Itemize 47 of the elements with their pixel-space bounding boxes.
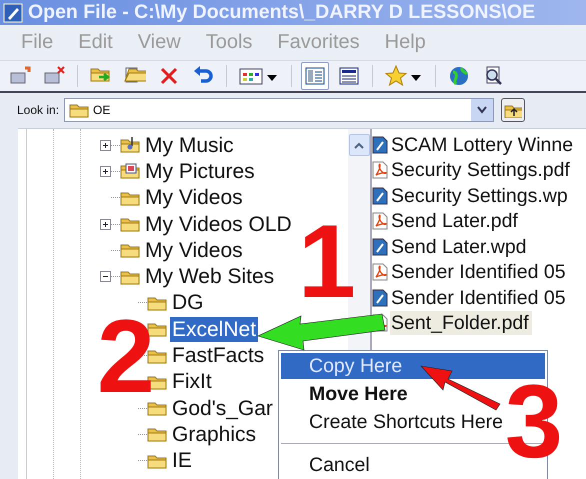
folder-item[interactable]: FastFacts xyxy=(170,343,266,368)
listed-document[interactable]: Send Later.wpd xyxy=(390,234,530,259)
listed-document[interactable]: Send Later.pdf xyxy=(390,209,521,234)
favorites-star-icon xyxy=(385,65,423,87)
app-icon xyxy=(3,2,23,22)
context-menu-item[interactable]: Copy Here xyxy=(281,353,545,379)
folder-item[interactable]: Graphics xyxy=(170,422,258,447)
toolbar-button[interactable] xyxy=(301,62,329,90)
folder-item[interactable]: My Videos OLD xyxy=(143,212,294,237)
look-in-label: Look in: xyxy=(17,103,60,117)
collapse-icon[interactable] xyxy=(100,271,111,282)
folder-item[interactable]: My Videos xyxy=(143,238,245,263)
pictures-folder-icon xyxy=(120,162,140,180)
context-menu-item[interactable]: Create Shortcuts Here xyxy=(281,409,510,435)
preview-icon xyxy=(338,65,360,87)
step-number: 2 xyxy=(97,305,155,409)
chevron-down-icon xyxy=(477,106,488,114)
folder-item[interactable]: My Pictures xyxy=(143,158,257,184)
step-number: 1 xyxy=(298,210,356,314)
delete-icon xyxy=(158,65,180,87)
folder-item[interactable]: ExcelNet xyxy=(170,316,258,342)
folder-item[interactable]: God's_Gar xyxy=(170,396,275,421)
folder-item[interactable]: My Music xyxy=(143,132,236,158)
context-menu-item[interactable]: Move Here xyxy=(281,381,414,407)
expand-icon[interactable] xyxy=(100,140,111,151)
scroll-up-button[interactable] xyxy=(348,134,370,156)
folder-item[interactable]: My Web Sites xyxy=(143,264,276,290)
window-title: Open File - C:\My Documents\_DARRY D LESSONS\OE xyxy=(28,1,536,24)
details-view-icon xyxy=(304,65,326,87)
context-menu-item[interactable]: Cancel xyxy=(281,452,376,478)
folder-item[interactable]: My Videos xyxy=(143,185,245,210)
expand-icon[interactable] xyxy=(100,166,111,177)
folder-item[interactable]: IE xyxy=(170,448,194,474)
globe-icon xyxy=(448,65,470,87)
listed-document[interactable]: Sent_Folder.pdf xyxy=(390,311,532,336)
chevron-up-icon xyxy=(354,142,364,148)
expand-icon[interactable] xyxy=(100,218,111,230)
listed-document[interactable]: SCAM Lottery Winne xyxy=(390,132,576,157)
listed-document[interactable]: Sender Identified 05 xyxy=(390,260,569,284)
listed-document[interactable]: Security Settings.pdf xyxy=(390,158,573,182)
look-in-dropdown[interactable]: OE xyxy=(64,98,494,122)
music-folder-icon xyxy=(120,136,140,154)
up-folder-button[interactable] xyxy=(501,98,526,122)
folder-item[interactable]: DG xyxy=(170,290,206,316)
folder-item[interactable]: FixIt xyxy=(170,369,214,394)
listed-document[interactable]: Sender Identified 05 xyxy=(390,286,569,310)
listed-document[interactable]: Security Settings.wp xyxy=(390,184,571,208)
